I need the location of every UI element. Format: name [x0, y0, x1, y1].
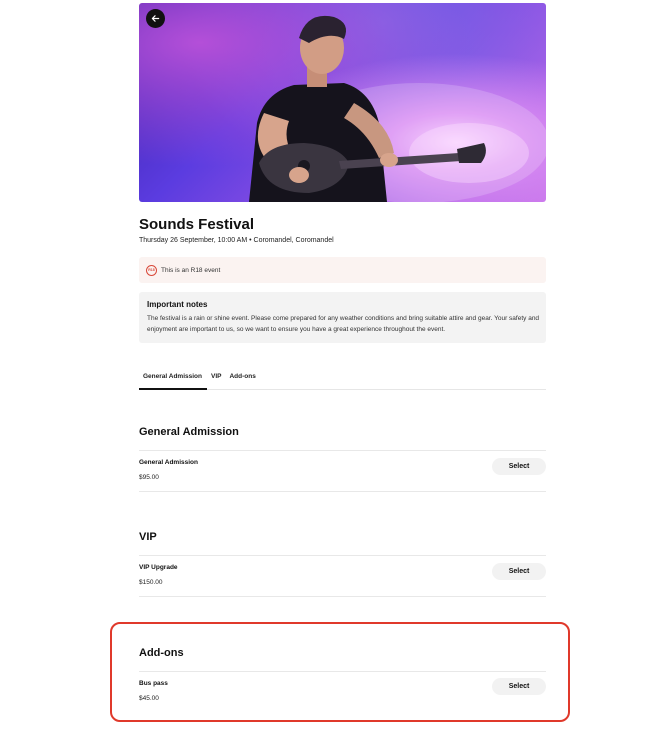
divider: [139, 491, 546, 492]
event-title: Sounds Festival: [139, 216, 255, 233]
divider: [139, 555, 546, 556]
ticket-price: $150.00: [139, 579, 163, 586]
section-heading-vip: VIP: [139, 531, 157, 543]
ticket-name: VIP Upgrade: [139, 564, 178, 571]
r18-badge-icon: R18: [146, 264, 157, 276]
ticket-name: General Admission: [139, 459, 198, 466]
divider: [139, 450, 546, 451]
guitarist-illustration: [249, 15, 546, 202]
event-date-location: Thursday 26 September, 10:00 AM • Coroma…: [139, 237, 334, 244]
event-page: Sounds Festival Thursday 26 September, 1…: [0, 0, 670, 730]
notes-body: The festival is a rain or shine event. P…: [147, 315, 540, 333]
tab-add-ons[interactable]: Add-ons: [225, 371, 259, 390]
add-ons-highlight-outline: [110, 622, 570, 722]
event-hero-image: [139, 3, 546, 202]
select-general-admission-button[interactable]: Select: [492, 458, 546, 475]
ticket-tabs: General Admission VIP Add-ons: [139, 371, 546, 390]
age-restriction-notice: R18 This is an R18 event: [139, 257, 546, 283]
notes-title: Important notes: [147, 300, 208, 309]
ticket-price: $95.00: [139, 474, 159, 481]
important-notes-card: Important notes The festival is a rain o…: [139, 292, 546, 343]
divider: [139, 596, 546, 597]
back-button[interactable]: [146, 9, 165, 28]
age-restriction-text: This is an R18 event: [161, 266, 221, 274]
arrow-left-icon: [151, 15, 160, 22]
select-vip-upgrade-button[interactable]: Select: [492, 563, 546, 580]
tab-general-admission[interactable]: General Admission: [139, 371, 207, 390]
tab-vip[interactable]: VIP: [207, 371, 225, 390]
section-heading-general-admission: General Admission: [139, 426, 239, 438]
